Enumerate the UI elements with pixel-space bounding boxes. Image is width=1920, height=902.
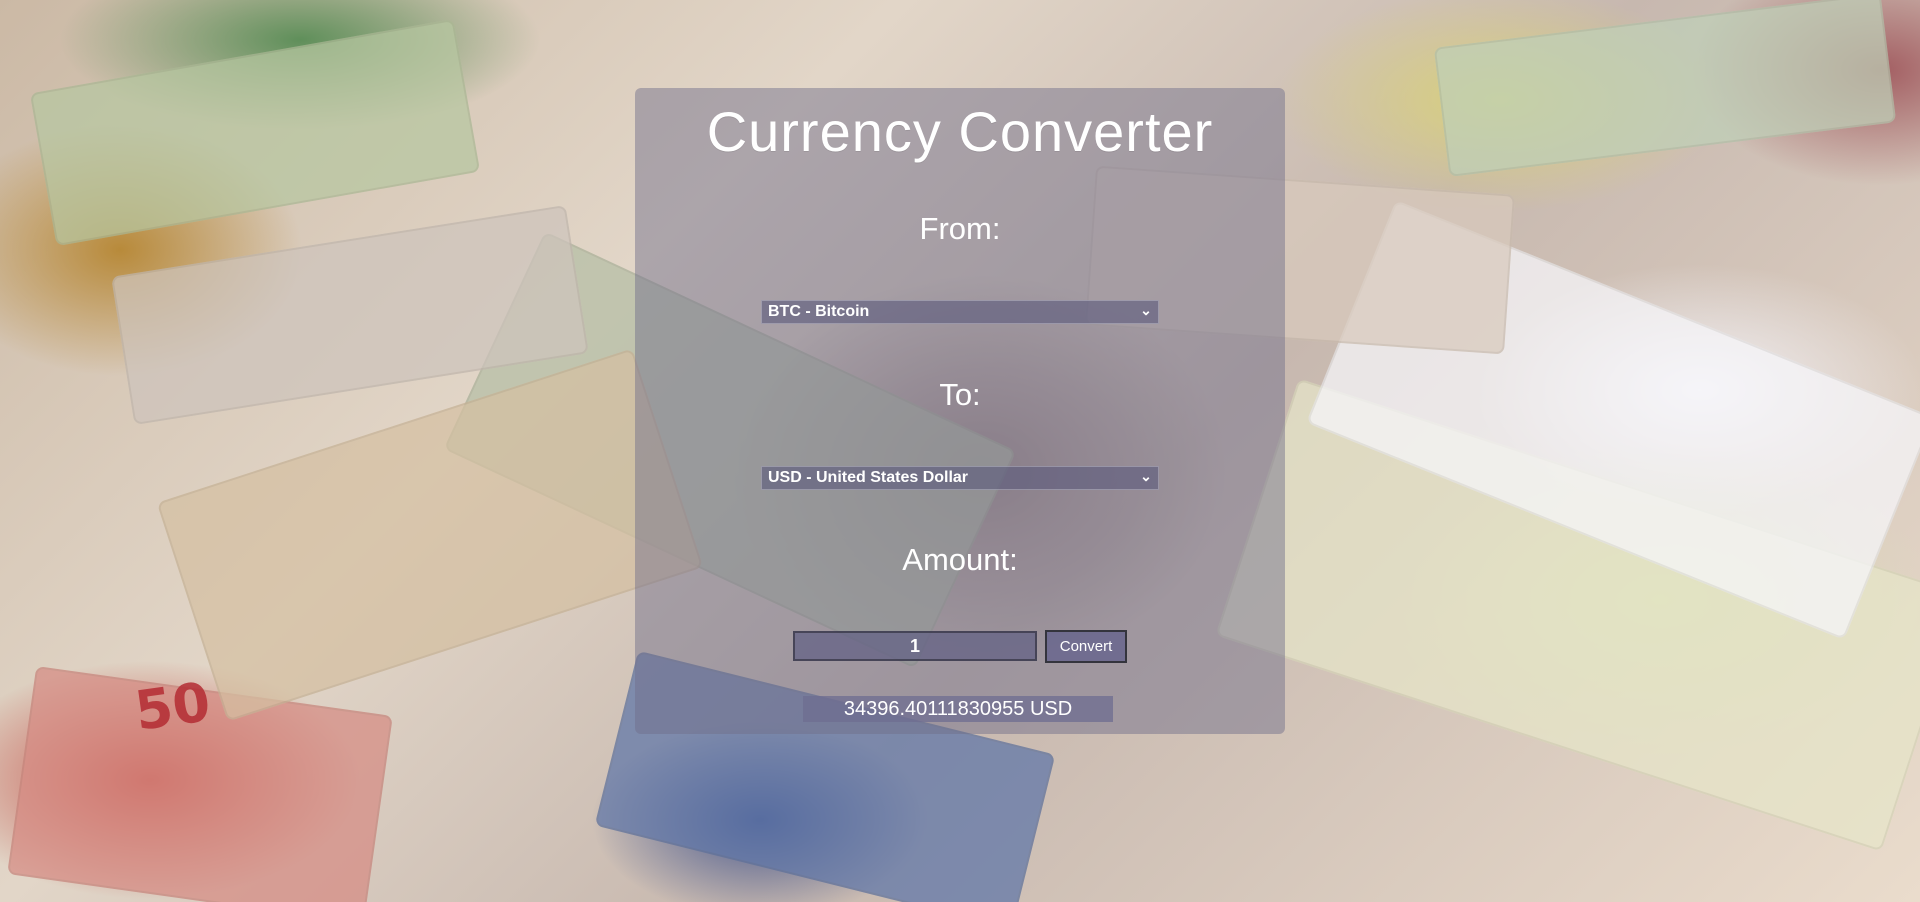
page-title: Currency Converter xyxy=(706,100,1214,163)
banknote-fifty-label: 50 xyxy=(130,670,215,743)
amount-label: Amount: xyxy=(902,542,1018,577)
banknote-image xyxy=(29,18,481,247)
from-label: From: xyxy=(919,211,1001,246)
converter-panel: Currency Converter From: BTC - Bitcoin ⌄… xyxy=(635,88,1285,734)
from-currency-select[interactable]: BTC - Bitcoin ⌄ xyxy=(761,300,1159,324)
amount-input[interactable]: 1 xyxy=(793,631,1037,661)
to-currency-select[interactable]: USD - United States Dollar ⌄ xyxy=(761,466,1159,490)
to-label: To: xyxy=(939,377,981,412)
convert-button[interactable]: Convert xyxy=(1045,630,1127,663)
banknote-image xyxy=(1433,0,1897,177)
conversion-result: 34396.40111830955 USD xyxy=(803,696,1113,722)
to-currency-value: USD - United States Dollar xyxy=(768,469,969,486)
from-currency-value: BTC - Bitcoin xyxy=(768,303,870,320)
chevron-down-icon: ⌄ xyxy=(1140,302,1152,318)
chevron-down-icon: ⌄ xyxy=(1140,468,1152,484)
